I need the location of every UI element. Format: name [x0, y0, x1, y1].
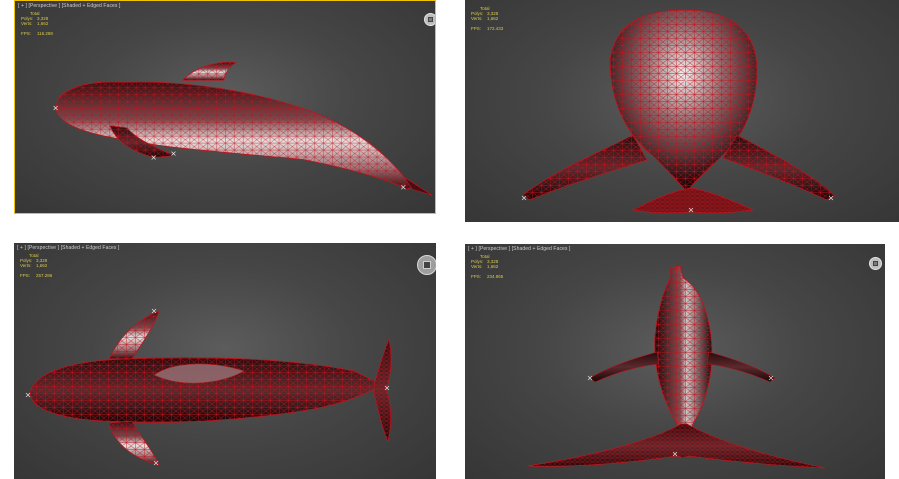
viewport-top[interactable]: [ + ] [Perspective ] [Shaded + Edged Fac…	[14, 243, 436, 479]
viewport-perspective-side[interactable]: [ + ] [Perspective ] [Shaded + Edged Fac…	[14, 0, 436, 214]
whale-body-front	[522, 9, 836, 214]
whale-model-front	[521, 9, 836, 214]
viewport-front[interactable]: Total Polys: 3,328 Verts: 1,662 FPS: 172.43…	[465, 0, 899, 222]
whale-model-top	[25, 308, 392, 466]
whale-model-back	[526, 265, 826, 469]
whale-model-side	[53, 61, 433, 196]
whale-body-side	[55, 61, 433, 196]
whale-body-back	[526, 265, 826, 469]
whale-body-top	[29, 310, 392, 466]
viewport-back[interactable]: [ + ] [Perspective ] [Shaded + Edged Fac…	[465, 244, 885, 479]
